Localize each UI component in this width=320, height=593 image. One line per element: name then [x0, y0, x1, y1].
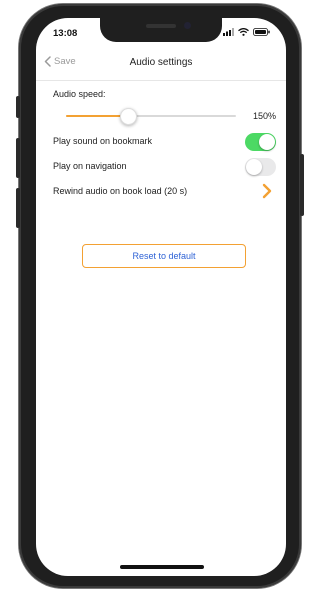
audio-speed-value: 150% — [252, 111, 276, 121]
play-sound-on-bookmark-toggle[interactable] — [245, 133, 276, 151]
speaker-grille — [146, 24, 176, 28]
toggle-knob — [259, 134, 275, 150]
phone-screen: 13:08 Save Audio settings Audio speed: 1… — [36, 18, 286, 576]
front-camera — [184, 22, 191, 29]
audio-speed-slider-track[interactable] — [66, 115, 236, 117]
chevron-right-icon[interactable] — [262, 183, 272, 199]
home-indicator — [120, 565, 204, 569]
play-sound-on-bookmark-label: Play sound on bookmark — [53, 136, 153, 146]
audio-speed-label: Audio speed: — [53, 89, 106, 99]
wifi-icon — [238, 28, 249, 36]
power-button — [300, 154, 304, 216]
reset-to-default-button[interactable]: Reset to default — [82, 244, 246, 268]
volume-up-button — [16, 138, 20, 178]
cellular-signal-icon — [223, 28, 234, 36]
status-icons — [223, 28, 270, 36]
navigation-bar: Save Audio settings — [36, 48, 286, 81]
play-on-navigation-label: Play on navigation — [53, 161, 127, 171]
page-title: Audio settings — [129, 57, 193, 68]
audio-speed-slider-thumb[interactable] — [119, 108, 137, 125]
silent-switch — [16, 96, 20, 118]
play-on-navigation-toggle[interactable] — [245, 158, 276, 176]
volume-down-button — [16, 188, 20, 228]
audio-speed-slider-fill — [66, 115, 128, 117]
toggle-knob — [246, 159, 262, 175]
rewind-audio-label[interactable]: Rewind audio on book load (20 s) — [53, 186, 187, 196]
notch — [100, 18, 222, 42]
status-time: 13:08 — [53, 28, 78, 39]
battery-icon — [253, 28, 270, 36]
